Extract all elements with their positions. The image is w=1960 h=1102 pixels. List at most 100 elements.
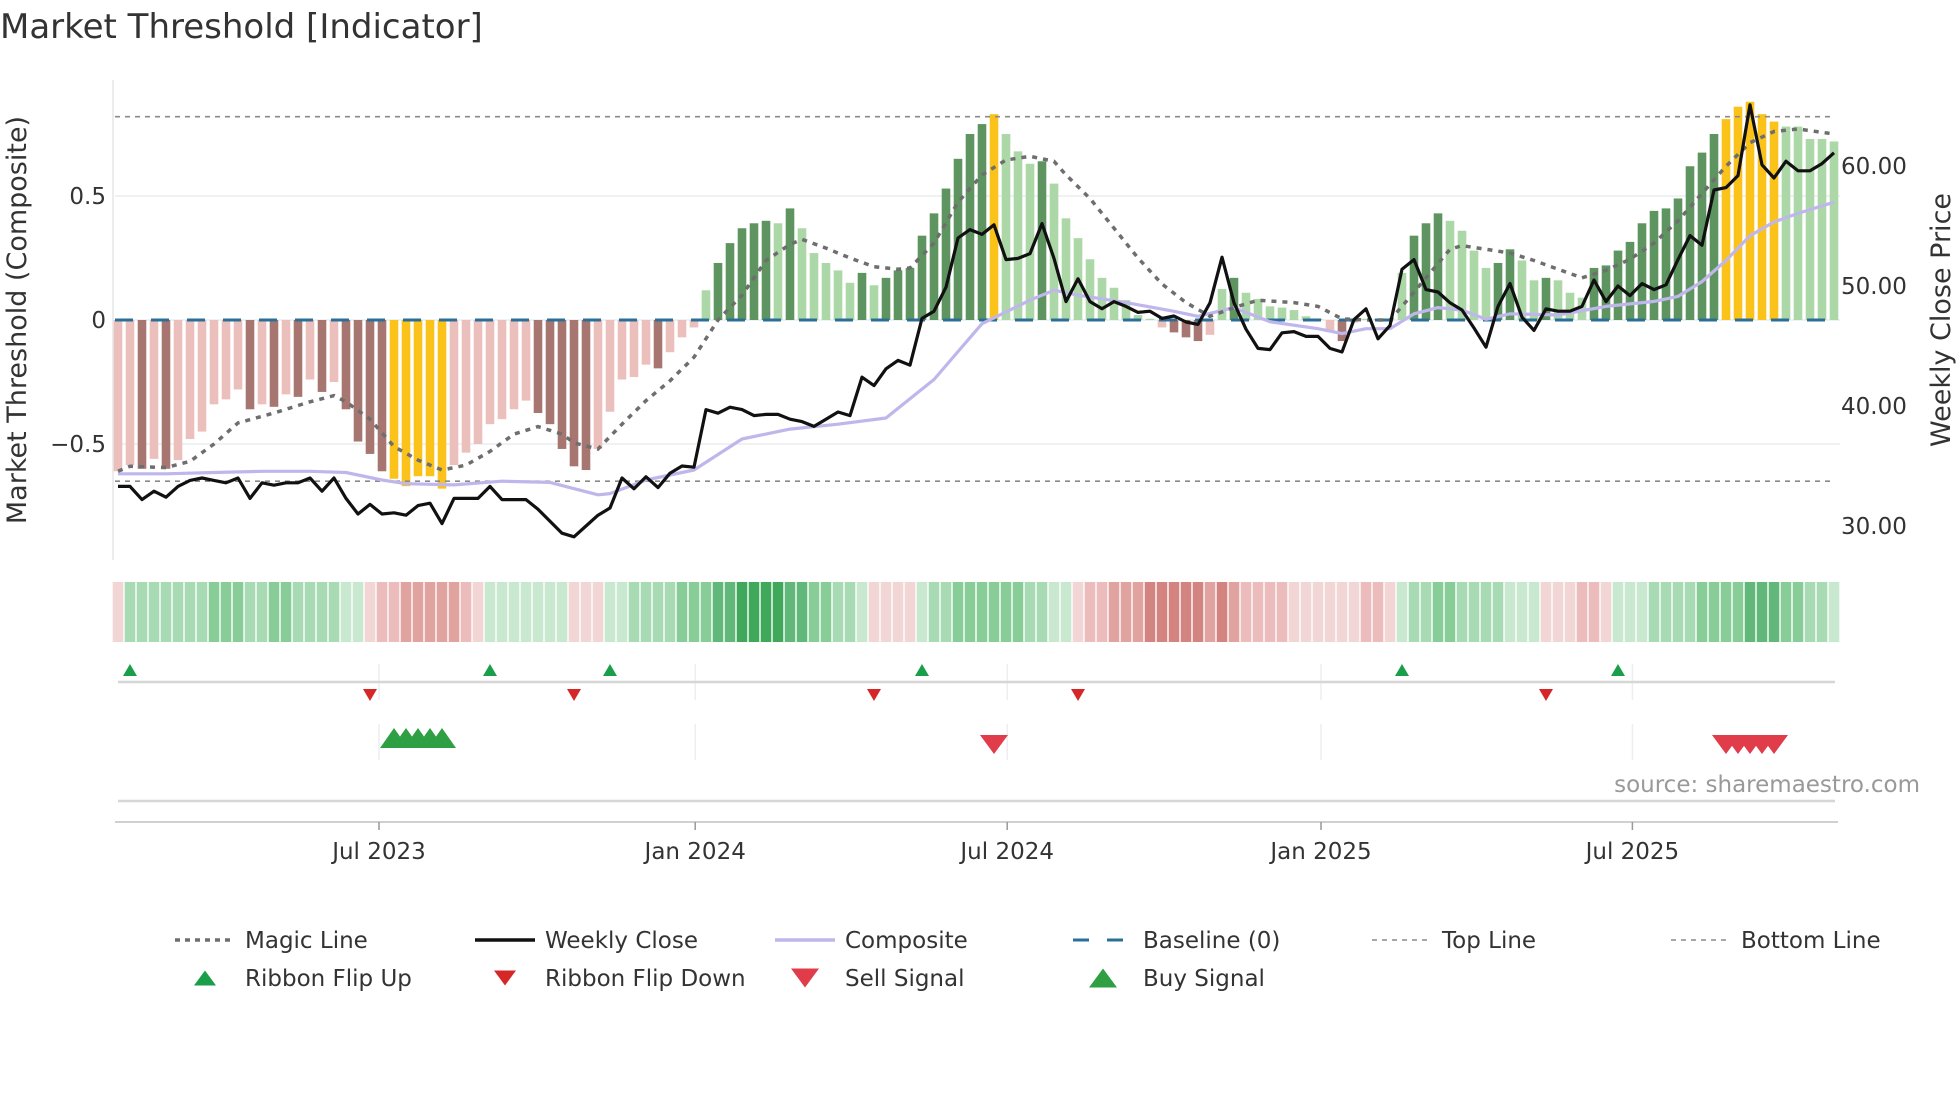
source-credit: source: sharemaestro.com [1614, 772, 1920, 798]
threshold-bar [1469, 250, 1479, 320]
threshold-bar [737, 228, 747, 320]
ribbon-cell [928, 582, 940, 642]
ribbon-cell [376, 582, 388, 642]
ribbon-cell [1684, 582, 1696, 642]
threshold-bar [941, 188, 951, 320]
ribbon-cell [280, 582, 292, 642]
threshold-bar [557, 320, 567, 449]
threshold-bar [1013, 151, 1023, 320]
ribbon-cell [1384, 582, 1396, 642]
chart-title: Market Threshold [Indicator] [0, 7, 483, 47]
ribbon-cell [964, 582, 976, 642]
threshold-bar [329, 320, 339, 382]
ribbon-cell [1048, 582, 1060, 642]
threshold-bar [869, 285, 879, 320]
ribbon-cell [712, 582, 724, 642]
threshold-bar [221, 320, 231, 400]
legend-item: Weekly Close [475, 928, 698, 954]
right-tick-label: 60.00 [1841, 154, 1907, 180]
ribbon-cell [1660, 582, 1672, 642]
ribbon-cell [736, 582, 748, 642]
threshold-bar [485, 320, 495, 425]
ribbon-cell [1372, 582, 1384, 642]
ribbon-cell [1060, 582, 1072, 642]
legend: Magic Line Weekly Close Composite Baseline … [175, 928, 1881, 992]
ribbon-cell [352, 582, 364, 642]
ribbon-strip [112, 582, 1840, 642]
threshold-bar [173, 320, 183, 461]
ribbon-cell [628, 582, 640, 642]
threshold-bar [317, 320, 327, 392]
ribbon-cell [952, 582, 964, 642]
threshold-bar [749, 223, 759, 320]
ribbon-cell [1828, 582, 1840, 642]
threshold-bar [1793, 126, 1803, 320]
threshold-bar [521, 320, 531, 401]
ribbon-cell [1312, 582, 1324, 642]
threshold-bar [473, 320, 483, 444]
sell-signal-marker [980, 735, 1008, 754]
ribbon-cell [1024, 582, 1036, 642]
ribbon-cell [1588, 582, 1600, 642]
ribbon-cell [1072, 582, 1084, 642]
ribbon-cell [604, 582, 616, 642]
x-tick-label: Jan 2024 [643, 839, 746, 865]
ribbon-cell [124, 582, 136, 642]
ribbon-cell [976, 582, 988, 642]
ribbon-cell [1288, 582, 1300, 642]
ribbon-cell [412, 582, 424, 642]
legend-item: Baseline (0) [1073, 928, 1280, 954]
ribbon-flip-up-marker [483, 664, 497, 676]
ribbon-flip-down-marker [363, 689, 377, 701]
magic-line [117, 127, 1835, 473]
ribbon-cell [748, 582, 760, 642]
ribbon-cell [1456, 582, 1468, 642]
ribbon-flip-up-marker [123, 664, 137, 676]
ribbon-cell [1156, 582, 1168, 642]
ribbon-cell [616, 582, 628, 642]
threshold-bar [881, 277, 891, 320]
ribbon-cell [892, 582, 904, 642]
ribbon-flip-up-marker [1611, 664, 1625, 676]
threshold-bar [665, 320, 675, 353]
threshold-bar [413, 320, 423, 477]
legend-item: Magic Line [175, 928, 368, 954]
threshold-bar [353, 320, 363, 442]
legend-label: Composite [845, 928, 968, 954]
ribbon-cell [496, 582, 508, 642]
threshold-bar [377, 320, 387, 472]
ribbon-cell [592, 582, 604, 642]
ribbon-cell [1180, 582, 1192, 642]
ribbon-cell [640, 582, 652, 642]
ribbon-cell [580, 582, 592, 642]
threshold-bar [1481, 267, 1491, 320]
threshold-bar [1277, 307, 1287, 320]
threshold-bar [365, 320, 375, 454]
ribbon-cell [184, 582, 196, 642]
threshold-bar [437, 320, 447, 489]
threshold-bar [341, 320, 351, 410]
ribbon-flip-up-marker [1395, 664, 1409, 676]
threshold-bar [497, 320, 507, 420]
threshold-bar [785, 208, 795, 320]
threshold-bar [821, 262, 831, 320]
threshold-bar [1169, 320, 1179, 333]
ribbon-cell [1444, 582, 1456, 642]
ribbon-cell [700, 582, 712, 642]
threshold-bars [113, 101, 1839, 489]
ribbon-cell [160, 582, 172, 642]
legend-label: Weekly Close [545, 928, 698, 954]
threshold-bar [989, 114, 999, 320]
ribbon-cell [364, 582, 376, 642]
threshold-bar [809, 253, 819, 320]
threshold-bar [1745, 101, 1755, 320]
ribbon-cell [1264, 582, 1276, 642]
ribbon-cell [688, 582, 700, 642]
ribbon-cell [1648, 582, 1660, 642]
ribbon-cell [844, 582, 856, 642]
threshold-bar [905, 267, 915, 320]
ribbon-cell [1612, 582, 1624, 642]
ribbon-cell [724, 582, 736, 642]
ribbon-cell [256, 582, 268, 642]
threshold-bar [1337, 320, 1347, 342]
